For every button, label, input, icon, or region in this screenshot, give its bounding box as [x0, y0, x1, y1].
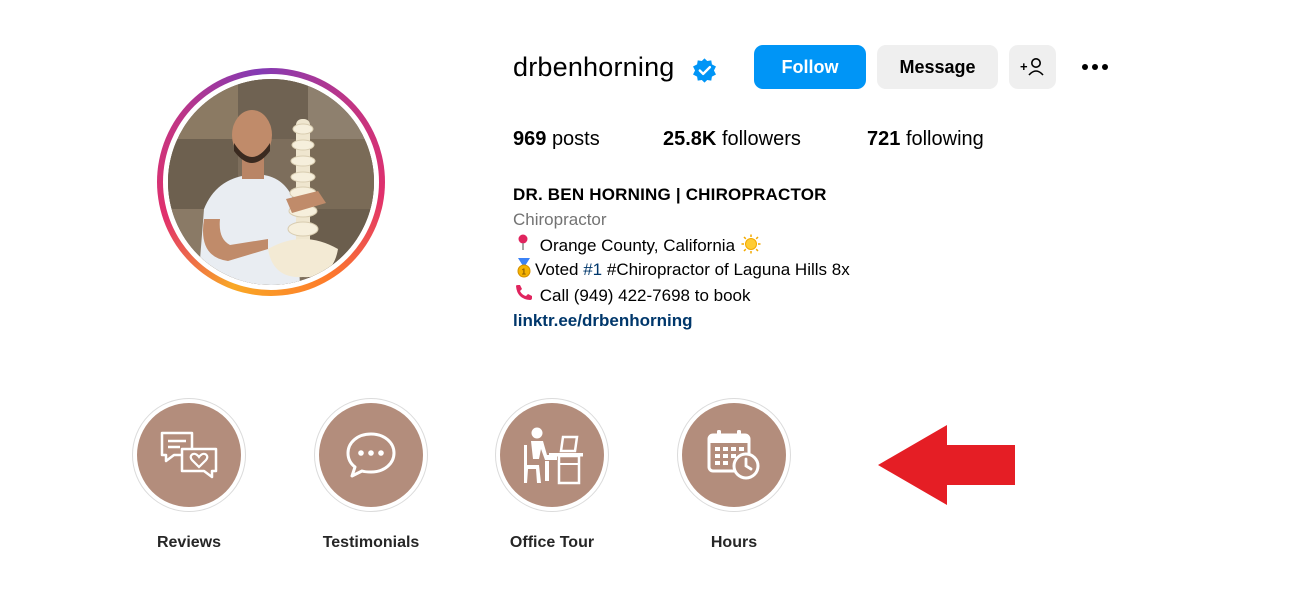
- highlight-label: Hours: [710, 534, 758, 551]
- message-button[interactable]: Message: [877, 45, 998, 89]
- bio-location: Orange County, California: [539, 235, 736, 255]
- profile-bio: DR. BEN HORNING | CHIROPRACTOR Chiroprac…: [513, 183, 850, 334]
- highlight-label: Reviews: [156, 534, 222, 551]
- highlight-ring: [132, 398, 246, 512]
- bio-call: Call (949) 422-7698 to book: [539, 286, 751, 306]
- calendar-clock-icon: [707, 430, 760, 480]
- avatar[interactable]: [168, 79, 374, 285]
- bio-link[interactable]: linktr.ee/drbenhorning: [513, 309, 850, 334]
- hashtag-link[interactable]: #1: [583, 260, 602, 279]
- speech-bubble-icon: [346, 432, 396, 478]
- posts-count: 969: [513, 128, 547, 150]
- bio-category: Chiropractor: [513, 209, 607, 229]
- sun-icon: [741, 234, 761, 254]
- highlight-circle: [137, 403, 241, 507]
- posts-label: posts: [551, 128, 600, 150]
- phone-icon: [516, 285, 532, 301]
- profile-avatar-ring[interactable]: [157, 68, 385, 296]
- highlight-ring: [495, 398, 609, 512]
- followers-label: followers: [721, 128, 801, 150]
- bio-display-name: DR. BEN HORNING | CHIROPRACTOR: [513, 185, 827, 204]
- svg-text:1: 1: [522, 268, 527, 277]
- profile-username: drbenhorning: [513, 52, 675, 82]
- medal-icon: 1: [517, 258, 531, 278]
- following-label: following: [905, 128, 984, 150]
- highlight-reviews[interactable]: Reviews: [131, 398, 247, 552]
- following-count: 721: [867, 128, 901, 150]
- followers-stat[interactable]: 25.8K followers: [663, 128, 801, 151]
- red-arrow-icon: [878, 425, 1015, 505]
- desk-person-icon: [524, 427, 583, 485]
- posts-stat: 969 posts: [513, 128, 600, 151]
- follow-button[interactable]: Follow: [754, 45, 866, 89]
- highlight-circle: [500, 403, 604, 507]
- more-dot-icon: [1092, 64, 1098, 70]
- highlight-hours[interactable]: Hours: [676, 398, 792, 552]
- more-dot-icon: [1082, 64, 1088, 70]
- highlight-label: Office Tour: [509, 534, 595, 551]
- following-stat[interactable]: 721 following: [867, 128, 984, 151]
- highlight-ring: [314, 398, 428, 512]
- verified-badge-icon: [693, 58, 716, 83]
- avatar-photo-illustration: [168, 79, 374, 285]
- highlight-ring: [677, 398, 791, 512]
- bio-voted-line: 1 Voted #1 #Chiropractor of Laguna Hills…: [513, 258, 850, 283]
- bio-voted-suffix: #Chiropractor of Laguna Hills 8x: [602, 260, 850, 280]
- more-dot-icon: [1102, 64, 1108, 70]
- pushpin-icon: [518, 234, 528, 250]
- chat-heart-icon: [160, 431, 218, 479]
- bio-voted-prefix: Voted: [535, 260, 584, 280]
- bio-call-line: Call (949) 422-7698 to book: [513, 283, 850, 309]
- highlight-label: Testimonials: [322, 534, 420, 551]
- highlight-circle: [682, 403, 786, 507]
- svg-text:+: +: [1020, 59, 1028, 74]
- bio-location-line: Orange County, California: [513, 233, 850, 259]
- followers-count: 25.8K: [663, 128, 717, 150]
- add-user-button[interactable]: +: [1009, 45, 1056, 89]
- highlight-testimonials[interactable]: Testimonials: [313, 398, 429, 552]
- more-options-button[interactable]: [1074, 52, 1116, 82]
- avatar-border: [163, 74, 379, 290]
- highlight-circle: [319, 403, 423, 507]
- add-user-icon: +: [1020, 58, 1044, 76]
- highlight-office-tour[interactable]: Office Tour: [494, 398, 610, 552]
